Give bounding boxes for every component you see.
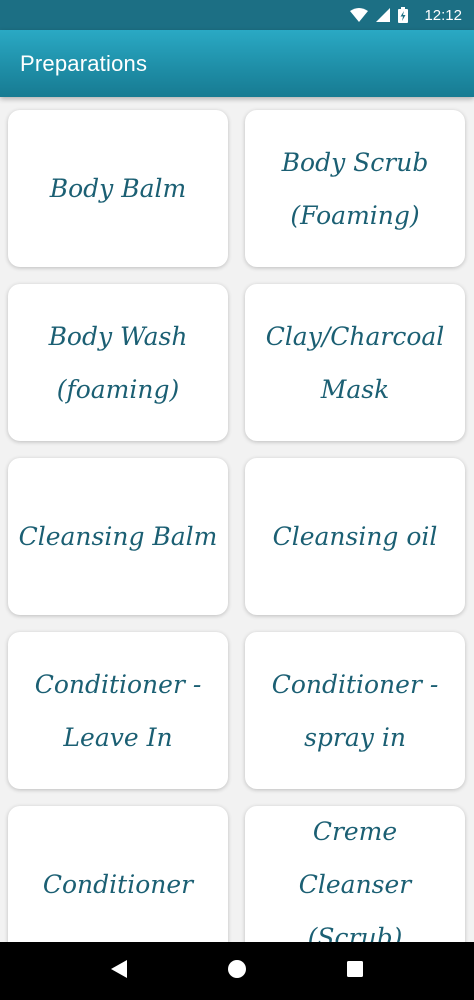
recents-button[interactable] [331,947,379,995]
preparation-card-creme-cleanser[interactable]: Creme Cleanser (Scrub) [245,806,465,942]
preparation-label: Body Scrub (Foaming) [281,147,429,230]
preparation-label: Cleansing Balm [18,522,218,551]
wifi-icon [350,8,369,22]
status-bar: 12:12 [0,0,474,30]
recents-icon [346,960,364,982]
battery-charging-icon [398,7,409,23]
preparation-label: Body Balm [49,174,187,203]
preparation-label: Cleansing oil [272,522,438,551]
preparation-card-clay-charcoal-mask[interactable]: Clay/Charcoal Mask [245,284,465,441]
preparation-card-cleansing-balm[interactable]: Cleansing Balm [8,458,228,615]
page-title: Preparations [20,50,148,76]
preparations-grid: Body Balm Body Scrub (Foaming) Body Wash… [8,110,466,942]
app-bar: Preparations [0,30,474,97]
back-button[interactable] [95,947,143,995]
preparation-card-conditioner[interactable]: Conditioner [8,806,228,942]
preparation-label: Conditioner - Leave In [34,669,202,752]
preparation-label: Clay/Charcoal Mask [265,321,445,404]
preparation-card-conditioner-spray-in[interactable]: Conditioner - spray in [245,632,465,789]
preparation-card-body-scrub[interactable]: Body Scrub (Foaming) [245,110,465,267]
back-icon [110,959,128,983]
preparation-label: Body Wash (foaming) [48,321,188,404]
cell-signal-icon [376,8,391,22]
preparation-card-conditioner-leave-in[interactable]: Conditioner - Leave In [8,632,228,789]
preparation-card-body-balm[interactable]: Body Balm [8,110,228,267]
home-icon [227,959,247,983]
navigation-bar [0,942,474,1000]
status-time: 12:12 [424,6,462,24]
preparation-card-cleansing-oil[interactable]: Cleansing oil [245,458,465,615]
status-icons: 12:12 [350,7,462,24]
home-button[interactable] [213,947,261,995]
preparation-card-body-wash[interactable]: Body Wash (foaming) [8,284,228,441]
preparation-label: Creme Cleanser (Scrub) [298,817,412,942]
preparations-list[interactable]: Body Balm Body Scrub (Foaming) Body Wash… [0,97,474,942]
preparation-label: Conditioner [42,870,194,899]
preparation-label: Conditioner - spray in [271,669,439,752]
